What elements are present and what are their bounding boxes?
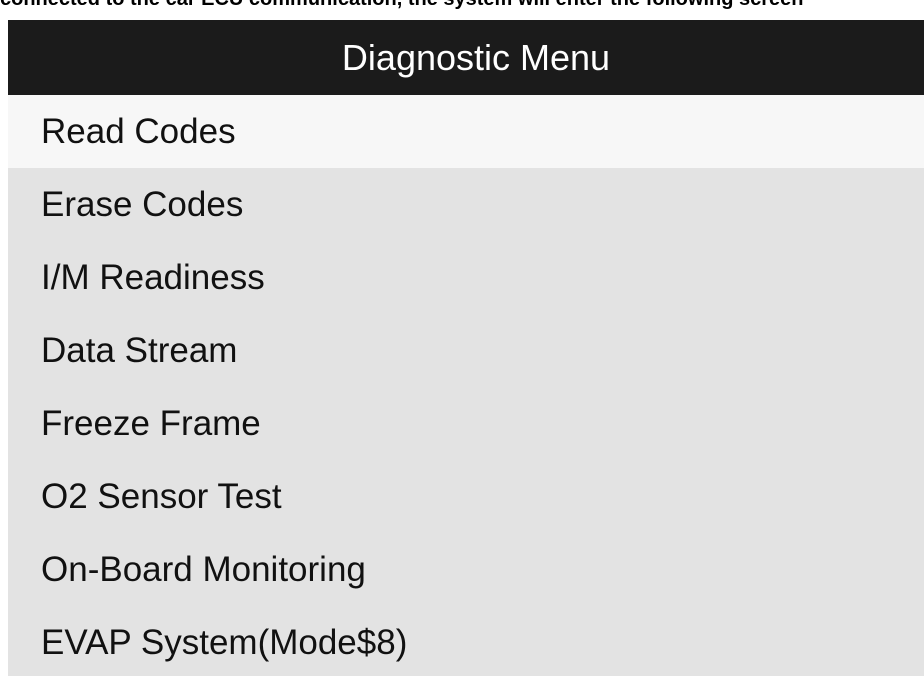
document-caption: connected to the car ECU communication, … xyxy=(0,0,924,10)
menu-item-freeze-frame[interactable]: Freeze Frame xyxy=(8,387,924,460)
menu-item-read-codes[interactable]: Read Codes xyxy=(8,95,924,168)
menu-item-erase-codes[interactable]: Erase Codes xyxy=(8,168,924,241)
scanner-screen: Diagnostic Menu Read Codes Erase Codes I… xyxy=(8,20,924,676)
menu-item-evap-system[interactable]: EVAP System(Mode$8) xyxy=(8,606,924,676)
menu-item-data-stream[interactable]: Data Stream xyxy=(8,314,924,387)
menu-item-on-board-monitoring[interactable]: On-Board Monitoring xyxy=(8,533,924,606)
title-bar: Diagnostic Menu xyxy=(8,20,924,95)
page-title: Diagnostic Menu xyxy=(341,36,611,78)
menu-item-im-readiness[interactable]: I/M Readiness xyxy=(8,241,924,314)
page: connected to the car ECU communication, … xyxy=(0,0,924,676)
menu-item-o2-sensor-test[interactable]: O2 Sensor Test xyxy=(8,460,924,533)
diagnostic-menu-list: Read Codes Erase Codes I/M Readiness Dat… xyxy=(8,95,924,676)
